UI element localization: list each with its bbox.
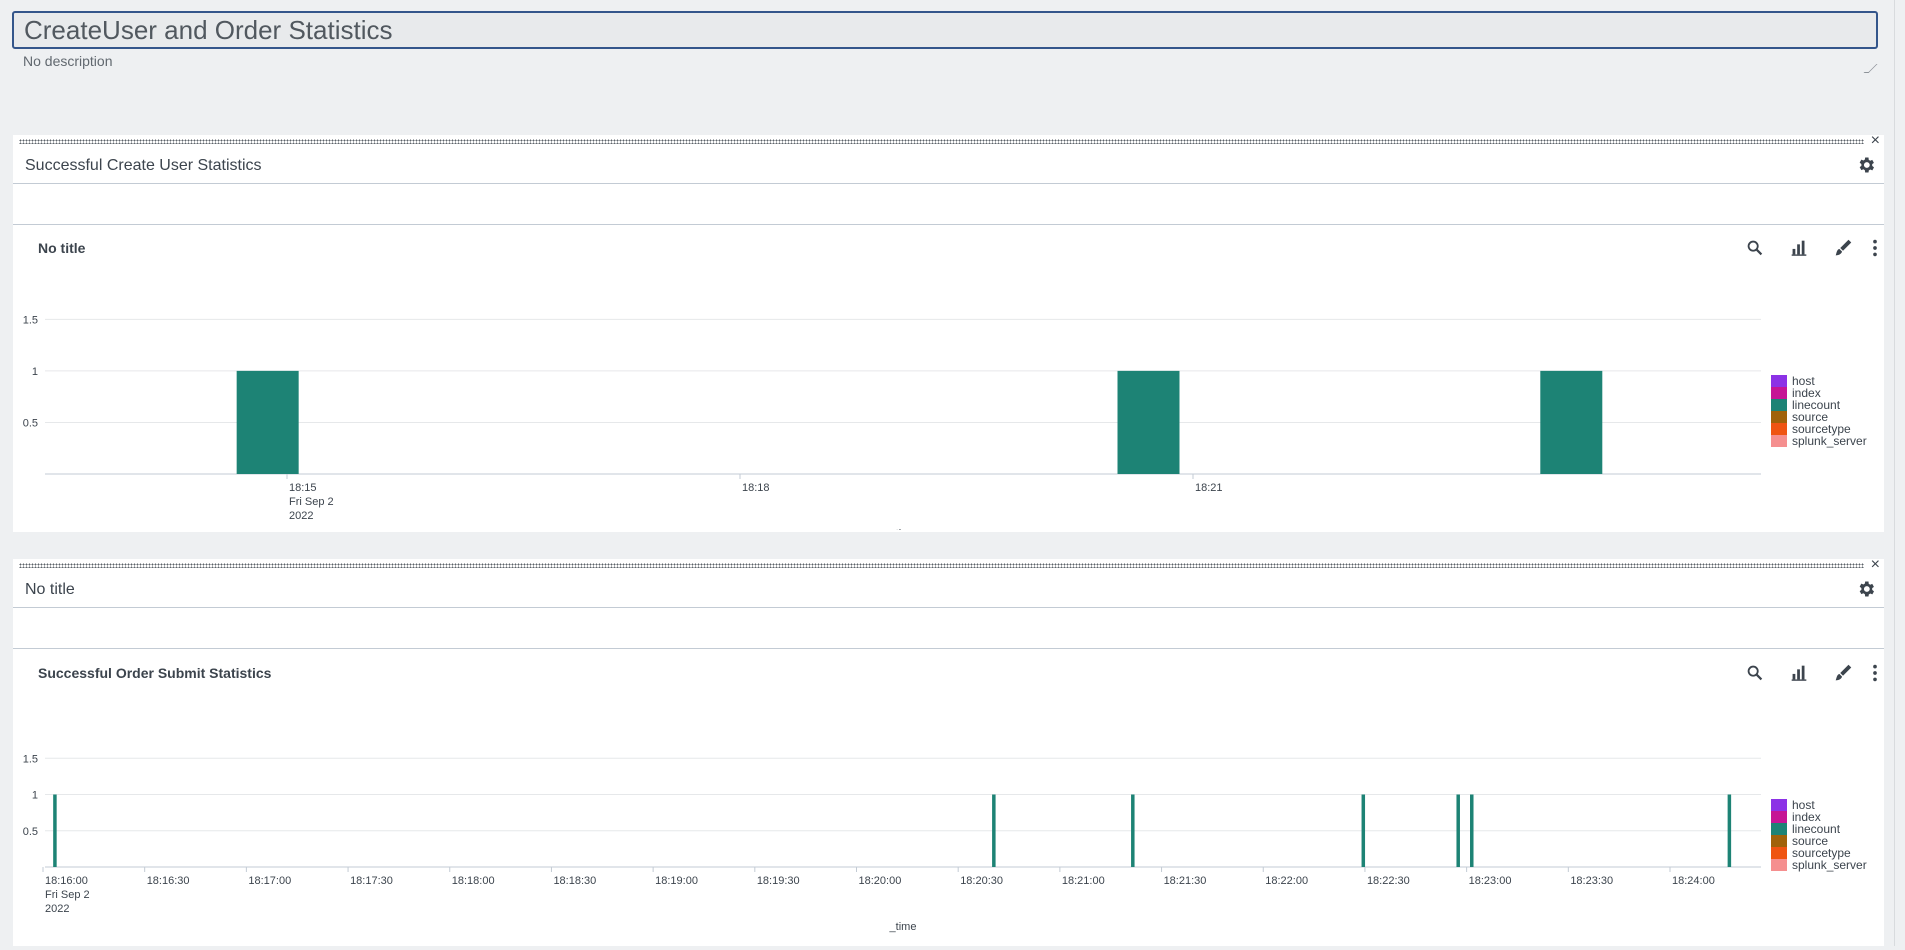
x-tick-label: 18:19:00 — [655, 875, 698, 887]
legend-swatch — [1771, 423, 1787, 435]
panel-title[interactable]: Successful Create User Statistics — [25, 157, 262, 175]
chart-bar[interactable] — [236, 370, 299, 474]
chart-bar[interactable] — [1727, 794, 1732, 868]
chart-bar[interactable] — [1117, 370, 1180, 474]
legend-swatch — [1771, 387, 1787, 399]
legend-swatch — [1771, 375, 1787, 387]
panel-drag-handle[interactable] — [19, 139, 1864, 144]
dashboard-description-input[interactable]: No description — [23, 53, 113, 69]
legend-swatch — [1771, 399, 1787, 411]
chart-bar[interactable] — [1540, 370, 1603, 474]
chart-bar[interactable] — [1131, 794, 1135, 868]
chart-bar[interactable] — [53, 794, 57, 868]
chart-bar[interactable] — [992, 794, 996, 868]
x-tick-label: 18:18 — [742, 482, 770, 494]
x-tick-label: 18:19:30 — [757, 875, 800, 887]
x-tick-sublabel: 2022 — [289, 510, 313, 522]
y-tick-label: 1 — [32, 366, 38, 378]
x-tick-label: 18:18:00 — [452, 875, 495, 887]
legend-label: splunk_server — [1792, 858, 1867, 872]
legend-swatch — [1771, 435, 1787, 447]
panel-subheader — [13, 184, 1884, 225]
x-tick-label: 18:21 — [1195, 482, 1223, 494]
legend-swatch — [1771, 799, 1787, 811]
x-tick-sublabel: Fri Sep 2 — [45, 889, 90, 901]
legend-swatch — [1771, 847, 1787, 859]
page-scrollbar[interactable] — [1894, 0, 1905, 946]
x-tick-label: 18:20:00 — [859, 875, 902, 887]
x-tick-label: 18:21:00 — [1062, 875, 1105, 887]
x-tick-label: 18:20:30 — [960, 875, 1003, 887]
y-tick-label: 1.5 — [23, 753, 38, 765]
x-tick-label: 18:16:00 — [45, 875, 88, 887]
legend-swatch — [1771, 859, 1787, 871]
gear-icon[interactable] — [1856, 579, 1876, 599]
legend-swatch — [1771, 811, 1787, 823]
x-tick-label: 18:22:30 — [1367, 875, 1410, 887]
y-tick-label: 1.5 — [23, 314, 38, 326]
chart-bar[interactable] — [1470, 794, 1474, 868]
panel-drag-handle[interactable] — [19, 563, 1864, 568]
x-tick-label: 18:17:00 — [248, 875, 291, 887]
panel-subheader — [13, 608, 1884, 649]
legend-swatch — [1771, 835, 1787, 847]
panel-create-user: × Successful Create User Statistics No t… — [13, 132, 1884, 532]
panel-order-submit: × No title Successful Order Submit Stati… — [13, 556, 1884, 946]
legend-swatch — [1771, 823, 1787, 835]
x-tick-label: 18:24:00 — [1672, 875, 1715, 887]
textarea-resize-icon[interactable] — [1863, 64, 1878, 73]
x-tick-label: 18:16:30 — [147, 875, 190, 887]
chart-bar[interactable] — [1456, 794, 1460, 868]
x-tick-label: 18:23:30 — [1570, 875, 1613, 887]
x-tick-sublabel: 2022 — [45, 903, 69, 915]
dashboard-title-input[interactable]: CreateUser and Order Statistics — [12, 11, 1878, 49]
y-tick-label: 1 — [32, 790, 38, 802]
legend-label: splunk_server — [1792, 434, 1867, 448]
x-tick-sublabel: Fri Sep 2 — [289, 496, 334, 508]
x-axis-label: _time — [889, 528, 917, 530]
x-tick-label: 18:21:30 — [1164, 875, 1207, 887]
chart-order-submit: 1.5 1 0.5 18:16:00 Fri Sep 2 2022 18:16:30 18:1… — [23, 753, 1761, 933]
chart-create-user: 1.5 1 0.5 18:15 Fri Sep 2 2022 18:18 18:21 _time — [23, 314, 1761, 530]
y-tick-label: 0.5 — [23, 417, 38, 429]
x-axis-label: _time — [889, 921, 917, 933]
gear-icon[interactable] — [1856, 155, 1876, 175]
x-tick-label: 18:18:30 — [553, 875, 596, 887]
x-tick-label: 18:17:30 — [350, 875, 393, 887]
chart-bar[interactable] — [1361, 794, 1366, 868]
x-tick-label: 18:22:00 — [1265, 875, 1308, 887]
x-tick-label: 18:15 — [289, 482, 317, 494]
panel-header: Successful Create User Statistics — [13, 147, 1884, 184]
panel-header: No title — [13, 571, 1884, 608]
panel-title[interactable]: No title — [25, 581, 75, 599]
legend-swatch — [1771, 411, 1787, 423]
x-tick-label: 18:23:00 — [1469, 875, 1512, 887]
y-tick-label: 0.5 — [23, 826, 38, 838]
